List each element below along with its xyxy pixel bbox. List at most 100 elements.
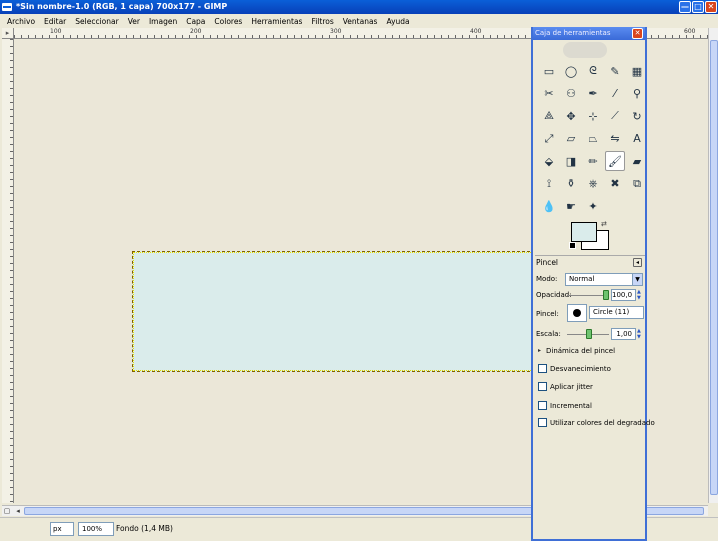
ruler-corner-button[interactable]: ▸ xyxy=(2,28,14,39)
brush-shape-icon xyxy=(573,309,581,317)
maximize-button[interactable]: □ xyxy=(692,1,704,13)
toolbox-title: Caja de herramientas xyxy=(535,29,611,37)
brush-preview-button[interactable] xyxy=(567,304,587,322)
opacity-input[interactable]: 100,0 xyxy=(611,289,636,301)
brush-name-field: Circle (11) xyxy=(589,306,644,319)
foreground-select-icon[interactable]: ⚇ xyxy=(561,84,581,104)
scissors-select-icon[interactable]: ✂ xyxy=(539,84,559,104)
shear-icon[interactable]: ▱ xyxy=(561,129,581,149)
scale-input[interactable]: 1,00 xyxy=(611,328,636,340)
mode-value: Normal xyxy=(569,275,595,283)
ellipse-select-icon[interactable]: ◯ xyxy=(561,61,581,81)
blur-icon[interactable]: 💧 xyxy=(539,196,559,216)
ruler-label: 400 xyxy=(470,28,482,35)
menu-filtros[interactable]: Filtros xyxy=(311,17,333,26)
menu-capa[interactable]: Capa xyxy=(186,17,205,26)
jitter-checkbox[interactable] xyxy=(538,382,547,391)
menu-bar: Archivo Editar Seleccionar Ver Imagen Ca… xyxy=(0,14,718,28)
vertical-scrollbar[interactable] xyxy=(708,28,718,503)
gimp-window: *Sin nombre-1.0 (RGB, 1 capa) 700x177 - … xyxy=(0,0,718,541)
perspective-clone-icon[interactable]: ⧉ xyxy=(627,174,647,194)
perspective-icon[interactable]: ⏢ xyxy=(583,129,603,149)
minimize-button[interactable]: — xyxy=(679,1,691,13)
expander-arrow-icon[interactable]: ▸ xyxy=(538,347,541,354)
color-area: ⇄ xyxy=(569,220,613,252)
ink-icon[interactable]: ⚱ xyxy=(561,174,581,194)
tool-grid: ▭ ◯ ᘓ ✎ ▦ ✂ ⚇ ✒ ⁄ ⚲ ⟁ ✥ ⊹ ⟋ ↻ ⤢ ▱ ⏢ ⇋ A ⬙ ◨ ✏ 🖌 ▰ ⟟ ⚱ ⎈ ✖ ⧉ 💧 ☛ ✦ xyxy=(539,61,649,219)
airbrush-icon[interactable]: ⟟ xyxy=(539,174,559,194)
pencil-icon[interactable]: ✏ xyxy=(583,151,603,171)
toolbox-window: Caja de herramientas ✕ ▭ ◯ ᘓ ✎ ▦ ✂ ⚇ ✒ ⁄ ⚲ ⟁ ✥ ⊹ ⟋ ↻ ⤢ ▱… xyxy=(531,27,655,541)
blend-icon[interactable]: ◨ xyxy=(561,151,581,171)
scale-label: Escala: xyxy=(536,330,561,338)
options-separator xyxy=(535,255,645,256)
window-icon xyxy=(2,3,12,11)
scale-spin-icon[interactable]: ▲ ▼ xyxy=(637,328,642,340)
scale-slider-handle[interactable] xyxy=(586,329,592,339)
vertical-scroll-thumb[interactable] xyxy=(710,40,718,495)
color-picker-icon[interactable]: ⁄ xyxy=(605,84,625,104)
swap-colors-icon[interactable]: ⇄ xyxy=(601,220,607,228)
gradient-colors-label: Utilizar colores del degradado xyxy=(550,419,655,427)
rect-select-icon[interactable]: ▭ xyxy=(539,61,559,81)
wilber-logo-icon xyxy=(563,42,607,58)
ruler-label: 100 xyxy=(50,28,62,35)
paths-icon[interactable]: ✒ xyxy=(583,84,603,104)
fuzzy-select-icon[interactable]: ✎ xyxy=(605,61,625,81)
scroll-left-icon[interactable]: ◂ xyxy=(13,506,23,516)
ruler-label: 200 xyxy=(190,28,202,35)
menu-ver[interactable]: Ver xyxy=(128,17,140,26)
toolbox-close-button[interactable]: ✕ xyxy=(632,28,643,39)
measure-icon[interactable]: ⟁ xyxy=(539,106,559,126)
image-canvas[interactable] xyxy=(132,251,550,372)
free-select-icon[interactable]: ᘓ xyxy=(583,61,603,81)
paintbrush-icon[interactable]: 🖌 xyxy=(605,151,625,171)
options-menu-icon[interactable]: ◂ xyxy=(633,258,642,267)
menu-herramientas[interactable]: Herramientas xyxy=(251,17,302,26)
dodge-burn-icon[interactable]: ✦ xyxy=(583,196,603,216)
quick-mask-icon[interactable]: ▢ xyxy=(2,506,12,516)
opacity-slider-track[interactable] xyxy=(567,295,607,296)
ruler-label: 600 xyxy=(684,28,696,35)
brush-dynamics-expander[interactable]: Dinámica del pincel xyxy=(546,347,615,355)
move-icon[interactable]: ✥ xyxy=(561,106,581,126)
align-icon[interactable]: ⊹ xyxy=(583,106,603,126)
clone-icon[interactable]: ⎈ xyxy=(583,174,603,194)
unit-select[interactable]: px xyxy=(50,522,74,536)
flip-icon[interactable]: ⇋ xyxy=(605,129,625,149)
window-title: *Sin nombre-1.0 (RGB, 1 capa) 700x177 - … xyxy=(16,2,228,11)
opacity-spin-icon[interactable]: ▲ ▼ xyxy=(637,289,642,301)
incremental-checkbox[interactable] xyxy=(538,401,547,410)
foreground-color-swatch[interactable] xyxy=(571,222,597,242)
close-button[interactable]: ✕ xyxy=(705,1,717,13)
crop-icon[interactable]: ⟋ xyxy=(605,106,625,126)
gradient-colors-checkbox[interactable] xyxy=(538,418,547,427)
fade-checkbox[interactable] xyxy=(538,364,547,373)
menu-editar[interactable]: Editar xyxy=(44,17,66,26)
scale-icon[interactable]: ⤢ xyxy=(539,129,559,149)
bucket-fill-icon[interactable]: ⬙ xyxy=(539,151,559,171)
zoom-icon[interactable]: ⚲ xyxy=(627,84,647,104)
fade-label: Desvanecimiento xyxy=(550,365,611,373)
incremental-label: Incremental xyxy=(550,402,592,410)
smudge-icon[interactable]: ☛ xyxy=(561,196,581,216)
text-icon[interactable]: A xyxy=(627,129,647,149)
opacity-slider-handle[interactable] xyxy=(603,290,609,300)
color-select-icon[interactable]: ▦ xyxy=(627,61,647,81)
wilber-drop-area[interactable] xyxy=(533,40,645,61)
zoom-select[interactable]: 100% xyxy=(78,522,114,536)
vertical-ruler[interactable] xyxy=(2,39,14,503)
mode-label: Modo: xyxy=(536,275,558,283)
menu-colores[interactable]: Colores xyxy=(214,17,242,26)
menu-imagen[interactable]: Imagen xyxy=(149,17,177,26)
eraser-icon[interactable]: ▰ xyxy=(627,151,647,171)
menu-seleccionar[interactable]: Seleccionar xyxy=(75,17,118,26)
menu-ayuda[interactable]: Ayuda xyxy=(386,17,409,26)
heal-icon[interactable]: ✖ xyxy=(605,174,625,194)
menu-archivo[interactable]: Archivo xyxy=(7,17,35,26)
menu-ventanas[interactable]: Ventanas xyxy=(343,17,378,26)
rotate-icon[interactable]: ↻ xyxy=(627,106,647,126)
jitter-label: Aplicar jitter xyxy=(550,383,593,391)
default-colors-icon[interactable] xyxy=(569,242,576,249)
mode-select[interactable]: Normal ▼ xyxy=(565,273,643,286)
